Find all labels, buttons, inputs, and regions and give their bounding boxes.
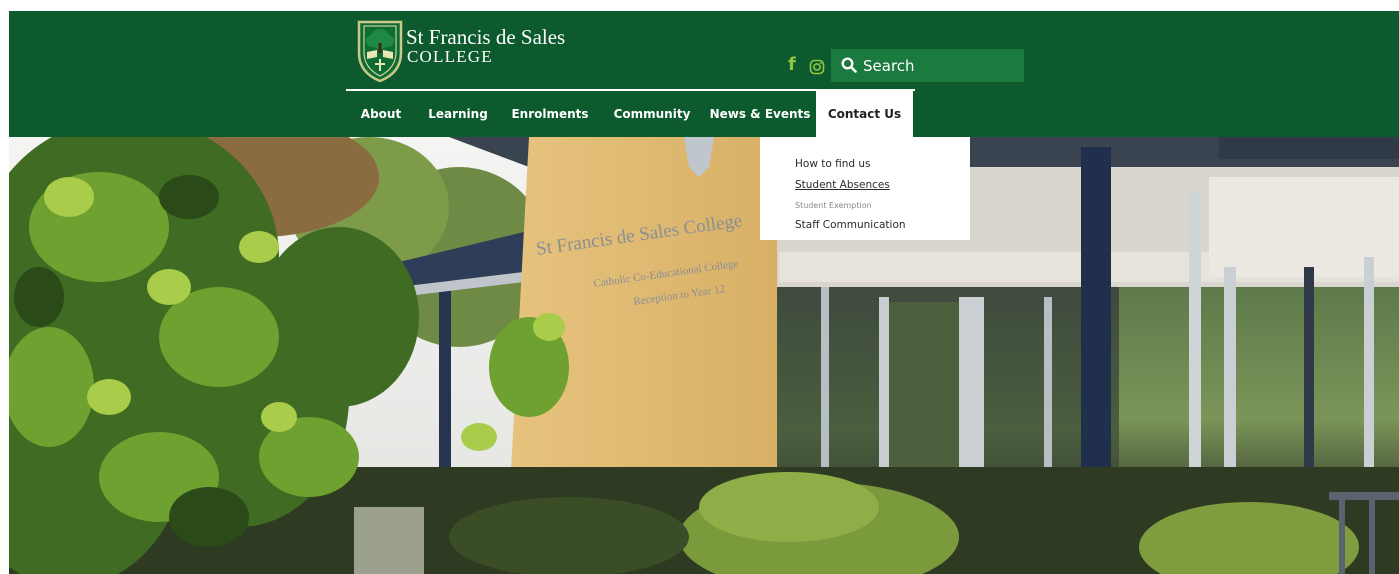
college-subtitle: COLLEGE [407,47,493,66]
facebook-icon[interactable]: f [788,54,796,76]
page: St Francis de Sales COLLEGE f About Lear… [9,11,1399,574]
crest-icon [357,20,403,83]
search-box[interactable] [831,49,1024,82]
college-logo[interactable]: St Francis de Sales COLLEGE [356,19,576,85]
nav-item-news-events[interactable]: News & Events [704,91,816,137]
nav-item-community[interactable]: Community [600,91,704,137]
nav-item-learning[interactable]: Learning [416,91,500,137]
nav-item-about[interactable]: About [346,91,416,137]
main-nav: About Learning Enrolments Community News… [346,91,913,137]
nav-item-contact-us[interactable]: Contact Us [816,91,913,137]
site-header: St Francis de Sales COLLEGE f About Lear… [9,11,1399,137]
dropdown-item-student-exemption[interactable]: Student Exemption [795,201,872,210]
dropdown-item-staff-communication[interactable]: Staff Communication [795,219,906,231]
college-name: St Francis de Sales [406,25,566,49]
instagram-icon[interactable] [809,56,825,78]
dropdown-item-student-absences[interactable]: Student Absences [795,179,890,191]
dropdown-item-how-to-find-us[interactable]: How to find us [795,158,871,170]
nav-item-enrolments[interactable]: Enrolments [500,91,600,137]
search-input[interactable] [863,53,1018,78]
contact-us-dropdown: How to find us Student Absences Student … [760,137,970,240]
search-icon[interactable] [841,57,857,73]
hero-image: St Francis de Sales College Catholic Co-… [9,137,1399,574]
